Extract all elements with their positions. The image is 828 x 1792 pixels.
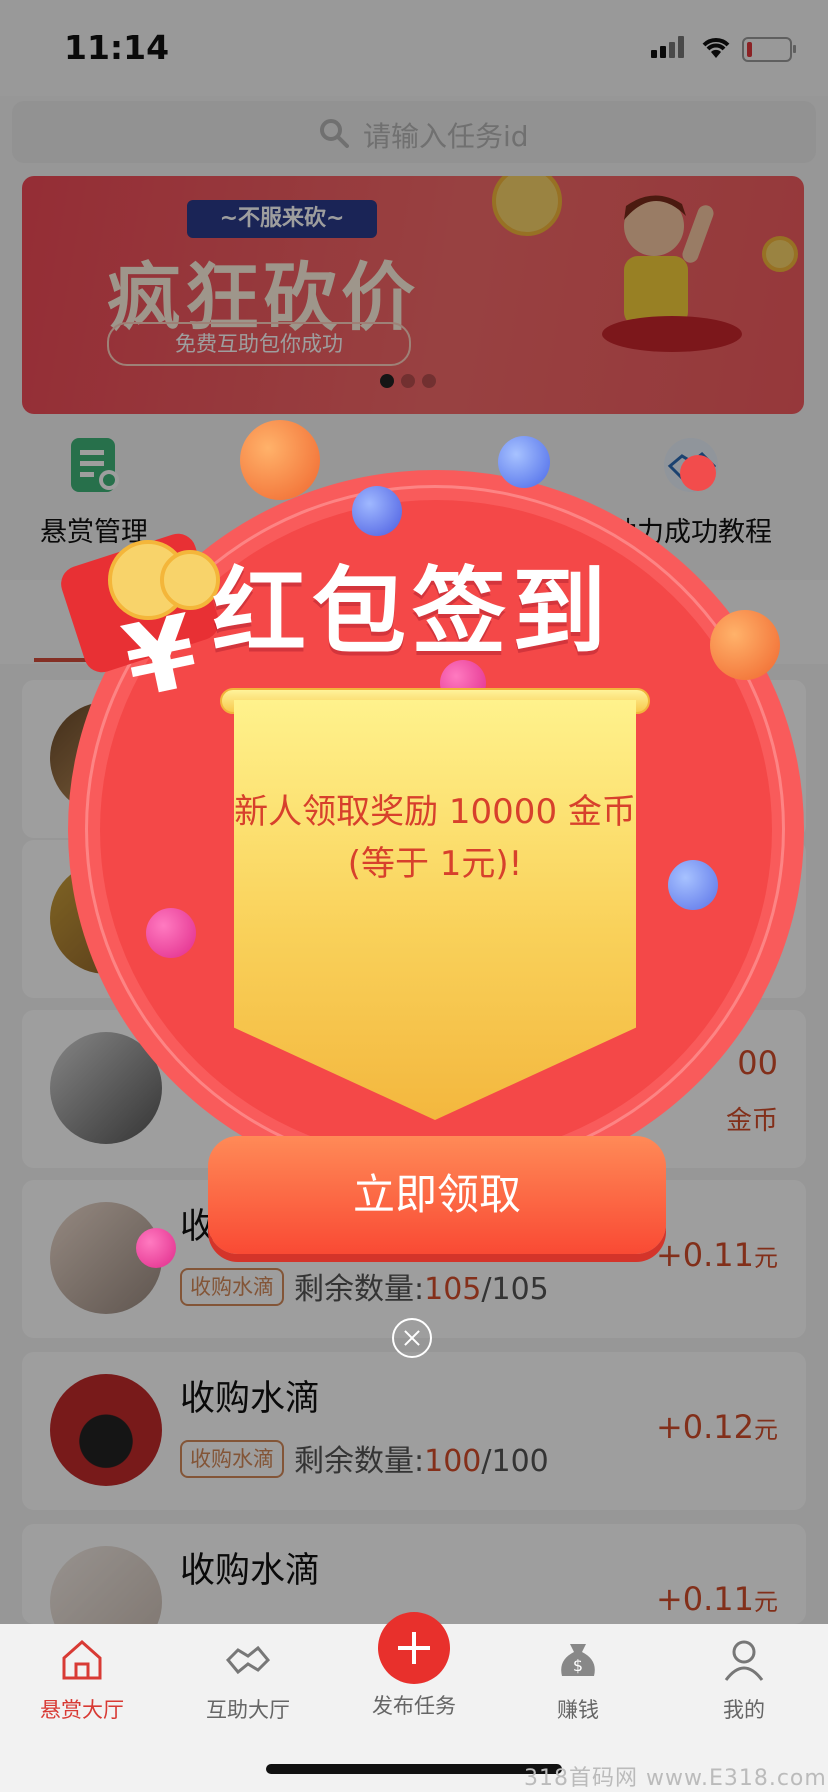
signin-popup: ¥ 红包签到 新人领取奖励 10000 金币 (等于 1元)! 立即领取 (0, 0, 828, 1792)
money-bag-icon: $ (561, 1644, 595, 1676)
home-indicator[interactable] (266, 1764, 562, 1774)
tab-mutual-help-hall[interactable]: 互助大厅 (188, 1636, 308, 1724)
svg-text:$: $ (573, 1656, 583, 1675)
plus-icon[interactable] (378, 1612, 450, 1684)
claim-button[interactable]: 立即领取 (208, 1136, 666, 1254)
user-icon (724, 1640, 764, 1681)
decor-ball (240, 420, 320, 500)
tab-label: 互助大厅 (206, 1698, 290, 1722)
handshake-icon (225, 1645, 271, 1675)
decor-ball (352, 486, 402, 536)
tab-label: 我的 (723, 1698, 765, 1722)
home-icon (62, 1639, 102, 1680)
tab-reward-hall[interactable]: 悬赏大厅 (22, 1636, 142, 1724)
tab-label: 赚钱 (557, 1698, 599, 1722)
decor-ball (668, 860, 718, 910)
watermark: 318首码网 www.E318.com (524, 1766, 827, 1791)
tab-label: 悬赏大厅 (40, 1698, 124, 1722)
decor-ball (498, 436, 550, 488)
decor-ball (136, 1228, 176, 1268)
tab-earn-money[interactable]: $ 赚钱 (518, 1636, 638, 1724)
decor-ball (146, 908, 196, 958)
tab-label: 发布任务 (372, 1694, 456, 1718)
close-icon[interactable] (392, 1318, 432, 1358)
claim-button-label: 立即领取 (352, 1170, 521, 1219)
decor-ball (710, 610, 780, 680)
tab-mine[interactable]: 我的 (684, 1636, 804, 1724)
popup-message: 新人领取奖励 10000 金币 (等于 1元)! (234, 792, 636, 884)
popup-title: 红包签到 (212, 558, 613, 667)
decor-ball (680, 455, 716, 491)
